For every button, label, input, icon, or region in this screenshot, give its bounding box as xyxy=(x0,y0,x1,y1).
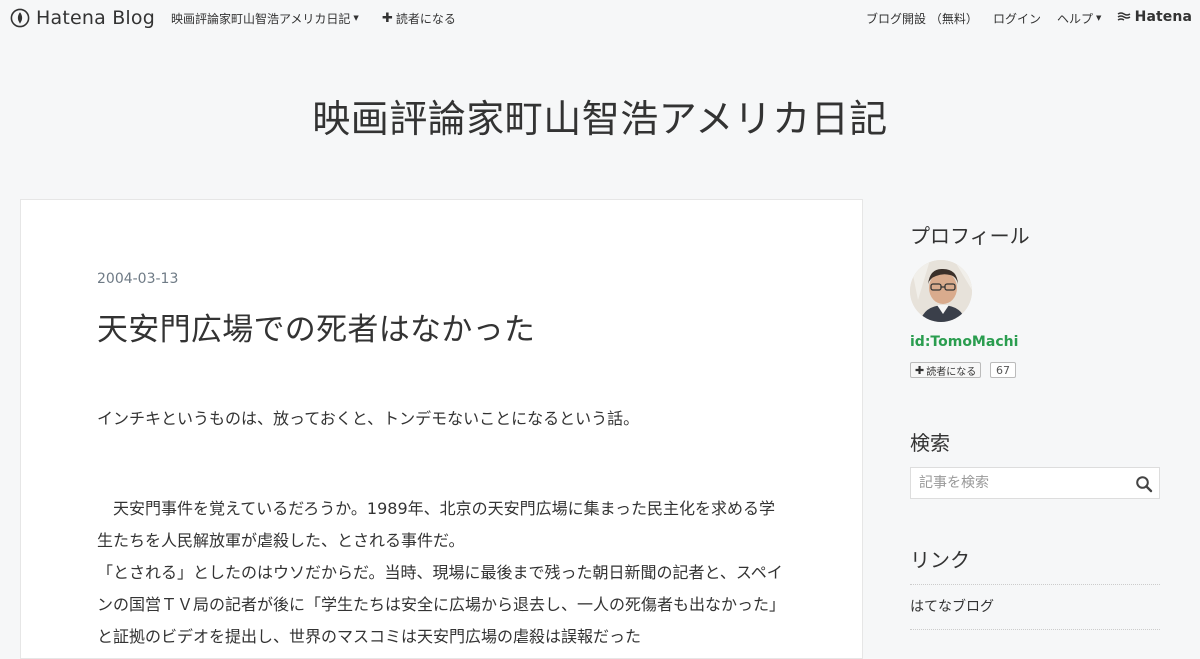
entry-date[interactable]: 2004-03-13 xyxy=(97,271,178,287)
search-box xyxy=(910,467,1160,499)
plus-icon: ✚ xyxy=(915,363,925,377)
hatena-label: Hatena xyxy=(1134,9,1192,25)
subscribe-button-label: 読者になる xyxy=(926,366,977,378)
blog-menu[interactable]: 映画評論家町山智浩アメリカ日記 ▼ xyxy=(171,10,359,27)
blog-title[interactable]: 映画評論家町山智浩アメリカ日記 xyxy=(0,88,1200,143)
hatena-blog-logo[interactable]: Hatena Blog xyxy=(10,6,155,30)
help-menu[interactable]: ヘルプ ▼ xyxy=(1057,10,1101,27)
profile-id-link[interactable]: id:TomoMachi xyxy=(910,334,1018,350)
entry-paragraph: 「とされる」としたのはウソだからだ。当時、現場に最後まで残った朝日新聞の記者と、… xyxy=(97,563,786,646)
search-heading: 検索 xyxy=(910,431,950,455)
hatena-wave-icon xyxy=(1117,12,1131,21)
caret-down-icon: ▼ xyxy=(1096,14,1102,22)
entry-body: 天安門事件を覚えているだろうか。1989年、北京の天安門広場に集まった民主化を求… xyxy=(97,493,787,653)
sidebar-subscribe-button[interactable]: ✚ 読者になる xyxy=(910,362,982,378)
global-header: Hatena Blog 映画評論家町山智浩アメリカ日記 ▼ ✚ 読者になる ブロ… xyxy=(0,0,1200,36)
search-input[interactable] xyxy=(911,468,1137,498)
profile-heading: プロフィール xyxy=(910,224,1030,248)
brand-name: Hatena Blog xyxy=(36,7,155,29)
login-link[interactable]: ログイン xyxy=(993,10,1041,27)
hatena-blog-icon xyxy=(10,8,30,28)
links-list: はてなブログ xyxy=(910,584,1160,630)
plus-icon: ✚ xyxy=(382,11,393,26)
entry-paragraph: 天安門事件を覚えているだろうか。1989年、北京の天安門広場に集まった民主化を求… xyxy=(97,499,775,550)
subscribe-link[interactable]: ✚ 読者になる xyxy=(382,10,456,27)
login-label: ログイン xyxy=(993,12,1042,26)
search-icon[interactable] xyxy=(1135,475,1153,493)
open-blog-link[interactable]: ブログ開設 （無料） xyxy=(866,10,978,27)
help-label: ヘルプ xyxy=(1057,12,1094,26)
link-item-hatena-blog[interactable]: はてなブログ xyxy=(910,585,1160,630)
links-heading: リンク xyxy=(910,548,970,572)
caret-down-icon: ▼ xyxy=(353,14,359,22)
blog-menu-label: 映画評論家町山智浩アメリカ日記 xyxy=(171,12,351,26)
profile-avatar[interactable] xyxy=(910,260,972,322)
entry-lead: インチキというものは、放っておくと、トンデモないことになるという話。 xyxy=(97,409,640,428)
subscribe-label: 読者になる xyxy=(395,12,456,26)
open-blog-label: ブログ開設 （無料） xyxy=(866,12,978,26)
hatena-logo[interactable]: Hatena xyxy=(1117,9,1192,25)
avatar-image xyxy=(910,260,972,322)
entry-article: 2004-03-13 天安門広場での死者はなかった インチキというものは、放って… xyxy=(20,199,863,659)
subscriber-count: 67 xyxy=(990,362,1016,378)
entry-title[interactable]: 天安門広場での死者はなかった xyxy=(97,304,535,349)
